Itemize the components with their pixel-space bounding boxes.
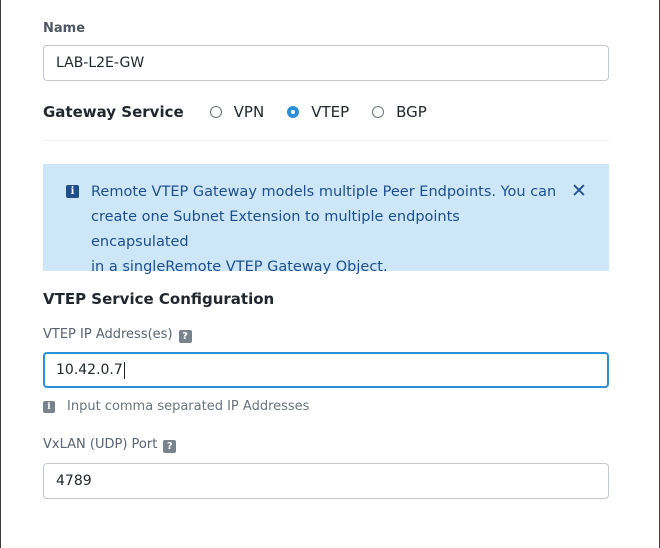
vxlan-port-label: VxLAN (UDP) Port bbox=[43, 437, 158, 452]
vtep-ip-hint: i Input comma separated IP Addresses bbox=[43, 399, 309, 414]
name-input-value: LAB-L2E-GW bbox=[56, 55, 145, 71]
gateway-service-row: Gateway Service VPN VTEP BGP bbox=[43, 100, 450, 124]
vtep-ip-input-value: 10.42.0.7 bbox=[56, 362, 123, 378]
vtep-ip-label: VTEP IP Address(es) bbox=[43, 327, 173, 342]
info-banner-text: Remote VTEP Gateway models multiple Peer… bbox=[91, 180, 561, 280]
vtep-section-title: VTEP Service Configuration bbox=[43, 290, 275, 308]
text-caret bbox=[123, 361, 125, 379]
vxlan-port-label-row: VxLAN (UDP) Port? bbox=[43, 437, 177, 453]
radio-bgp[interactable] bbox=[372, 106, 385, 118]
radio-vtep-label: VTEP bbox=[311, 103, 350, 121]
radio-vpn-label: VPN bbox=[233, 103, 265, 121]
info-banner-line: in a singleRemote VTEP Gateway Object. bbox=[91, 259, 388, 275]
info-banner-line: Remote VTEP Gateway models multiple Peer… bbox=[91, 184, 557, 200]
radio-bgp-label: BGP bbox=[396, 103, 427, 121]
vxlan-port-input-value: 4789 bbox=[56, 473, 92, 489]
radio-vtep[interactable] bbox=[287, 106, 300, 118]
gateway-option-vtep[interactable]: VTEP bbox=[287, 103, 349, 121]
gateway-option-vpn[interactable]: VPN bbox=[209, 103, 265, 121]
radio-vpn[interactable] bbox=[209, 106, 222, 118]
name-label: Name bbox=[43, 21, 86, 36]
info-icon: i bbox=[43, 400, 55, 413]
info-icon: i bbox=[66, 185, 79, 198]
name-input[interactable]: LAB-L2E-GW bbox=[43, 45, 609, 81]
help-icon[interactable]: ? bbox=[178, 330, 192, 343]
help-icon[interactable]: ? bbox=[163, 440, 177, 453]
vtep-ip-hint-text: Input comma separated IP Addresses bbox=[67, 399, 310, 414]
section-divider bbox=[43, 140, 609, 141]
vxlan-port-input[interactable]: 4789 bbox=[43, 463, 609, 499]
gateway-service-label: Gateway Service bbox=[43, 103, 184, 121]
info-banner-line: create one Subnet Extension to multiple … bbox=[91, 209, 460, 250]
window-left-border bbox=[0, 0, 1, 548]
info-banner: i Remote VTEP Gateway models multiple Pe… bbox=[43, 164, 609, 275]
vtep-ip-label-row: VTEP IP Address(es)? bbox=[43, 327, 192, 343]
close-icon[interactable]: ✕ bbox=[570, 182, 588, 201]
gateway-option-bgp[interactable]: BGP bbox=[372, 103, 427, 121]
vtep-ip-input[interactable]: 10.42.0.7 bbox=[43, 352, 609, 388]
